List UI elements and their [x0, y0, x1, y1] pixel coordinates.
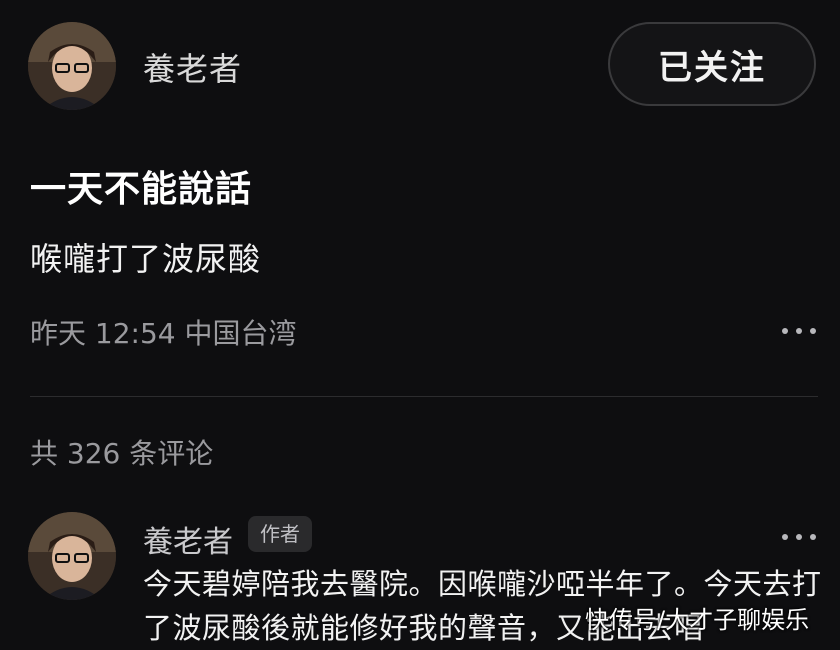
watermark: 快传号/大才子聊娱乐 [585, 606, 810, 634]
avatar-image [28, 512, 116, 600]
divider [30, 396, 818, 397]
dot [782, 328, 788, 334]
author-badge: 作者 [248, 516, 312, 552]
dot [782, 534, 788, 540]
post-author-name[interactable]: 養老者 [143, 44, 242, 90]
comment-author-avatar[interactable] [28, 512, 116, 600]
post-title: 一天不能說話 [30, 169, 253, 210]
comment-more-icon[interactable] [782, 532, 816, 542]
comment-count: 共 326 条评论 [30, 437, 214, 470]
post-body: 喉嚨打了波尿酸 [30, 240, 262, 278]
more-icon[interactable] [782, 326, 816, 336]
comment-author-name[interactable]: 養老者 [143, 517, 233, 561]
dot [810, 534, 816, 540]
avatar-image [28, 22, 116, 110]
post-meta: 昨天 12:54 中国台湾 [30, 317, 297, 350]
following-button[interactable]: 已关注 [608, 22, 816, 106]
post-author-avatar[interactable] [28, 22, 116, 110]
dot [796, 534, 802, 540]
dot [796, 328, 802, 334]
dot [810, 328, 816, 334]
